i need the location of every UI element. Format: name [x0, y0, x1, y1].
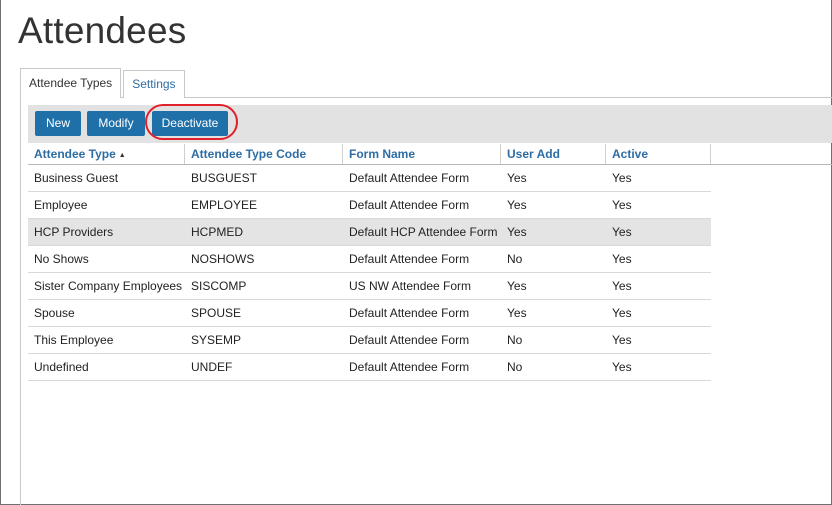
cell-active: Yes — [612, 360, 632, 374]
cell-type-code: NOSHOWS — [191, 252, 255, 266]
cell-user-add: Yes — [507, 171, 527, 185]
cell-active: Yes — [612, 279, 632, 293]
cell-type-code: UNDEF — [191, 360, 233, 374]
cell-attendee-type: Spouse — [34, 306, 75, 320]
cell-type-code: BUSGUEST — [191, 171, 258, 185]
cell-active: Yes — [612, 171, 632, 185]
tab-bar: Attendee Types Settings — [20, 68, 185, 98]
cell-attendee-type: Employee — [34, 198, 88, 212]
cell-attendee-type: This Employee — [34, 333, 114, 347]
table-row[interactable]: Employee EMPLOYEE Default Attendee Form Yes… — [28, 192, 711, 219]
table-row[interactable]: This Employee SYSEMP Default Attendee Form… — [28, 327, 711, 354]
cell-user-add: No — [507, 252, 523, 266]
table-row[interactable]: Business Guest BUSGUEST Default Attendee F… — [28, 165, 711, 192]
column-header-attendee-type[interactable]: Attendee Type ▲ — [28, 144, 185, 164]
tab-attendee-types[interactable]: Attendee Types — [20, 68, 122, 98]
cell-attendee-type: Sister Company Employees — [34, 279, 183, 293]
column-header-form-name[interactable]: Form Name — [343, 144, 501, 164]
cell-type-code: SPOUSE — [191, 306, 242, 320]
column-header-user-add[interactable]: User Add — [501, 144, 606, 164]
modify-button[interactable]: Modify — [87, 111, 145, 136]
column-header-label: Attendee Type — [34, 147, 116, 161]
cell-form-name: Default Attendee Form — [349, 333, 470, 347]
table-row[interactable]: No Shows NOSHOWS Default Attendee Form No Ye… — [28, 246, 711, 273]
cell-active: Yes — [612, 225, 632, 239]
cell-type-code: SYSEMP — [191, 333, 242, 347]
table-header: Attendee Type ▲ Attendee Type Code Form N… — [28, 144, 832, 165]
table-row[interactable]: Spouse SPOUSE Default Attendee Form Yes Yes — [28, 300, 711, 327]
deactivate-button[interactable]: Deactivate — [152, 111, 228, 136]
cell-active: Yes — [612, 333, 632, 347]
cell-user-add: Yes — [507, 198, 527, 212]
cell-attendee-type: HCP Providers — [34, 225, 114, 239]
cell-user-add: Yes — [507, 279, 527, 293]
column-header-active[interactable]: Active — [606, 144, 711, 164]
table-row[interactable]: Undefined UNDEF Default Attendee Form No Yes — [28, 354, 711, 381]
new-button[interactable]: New — [35, 111, 81, 136]
cell-user-add: No — [507, 360, 523, 374]
cell-form-name: Default Attendee Form — [349, 360, 470, 374]
table-row[interactable]: Sister Company Employees SISCOMP US NW Att… — [28, 273, 711, 300]
cell-attendee-type: Business Guest — [34, 171, 119, 185]
cell-attendee-type: No Shows — [34, 252, 89, 266]
cell-type-code: HCPMED — [191, 225, 244, 239]
cell-form-name: Default Attendee Form — [349, 171, 470, 185]
cell-user-add: Yes — [507, 225, 527, 239]
sort-ascending-icon: ▲ — [118, 152, 126, 159]
cell-active: Yes — [612, 252, 632, 266]
table-body: Business Guest BUSGUEST Default Attendee F… — [28, 165, 832, 381]
cell-form-name: US NW Attendee Form — [349, 279, 472, 293]
tab-settings[interactable]: Settings — [123, 70, 185, 98]
toolbar: New Modify Deactivate — [28, 105, 832, 143]
cell-type-code: EMPLOYEE — [191, 198, 258, 212]
column-header-attendee-type-code[interactable]: Attendee Type Code — [185, 144, 343, 164]
page-title: Attendees — [18, 10, 187, 51]
cell-user-add: Yes — [507, 306, 527, 320]
cell-active: Yes — [612, 306, 632, 320]
cell-type-code: SISCOMP — [191, 279, 247, 293]
cell-form-name: Default Attendee Form — [349, 252, 470, 266]
table-row[interactable]: HCP Providers HCPMED Default HCP Attendee … — [28, 219, 711, 246]
cell-form-name: Default HCP Attendee Form — [349, 225, 498, 239]
cell-form-name: Default Attendee Form — [349, 198, 470, 212]
cell-form-name: Default Attendee Form — [349, 306, 470, 320]
cell-attendee-type: Undefined — [34, 360, 89, 374]
cell-user-add: No — [507, 333, 523, 347]
attendee-types-table: Attendee Type ▲ Attendee Type Code Form N… — [28, 144, 832, 381]
cell-active: Yes — [612, 198, 632, 212]
